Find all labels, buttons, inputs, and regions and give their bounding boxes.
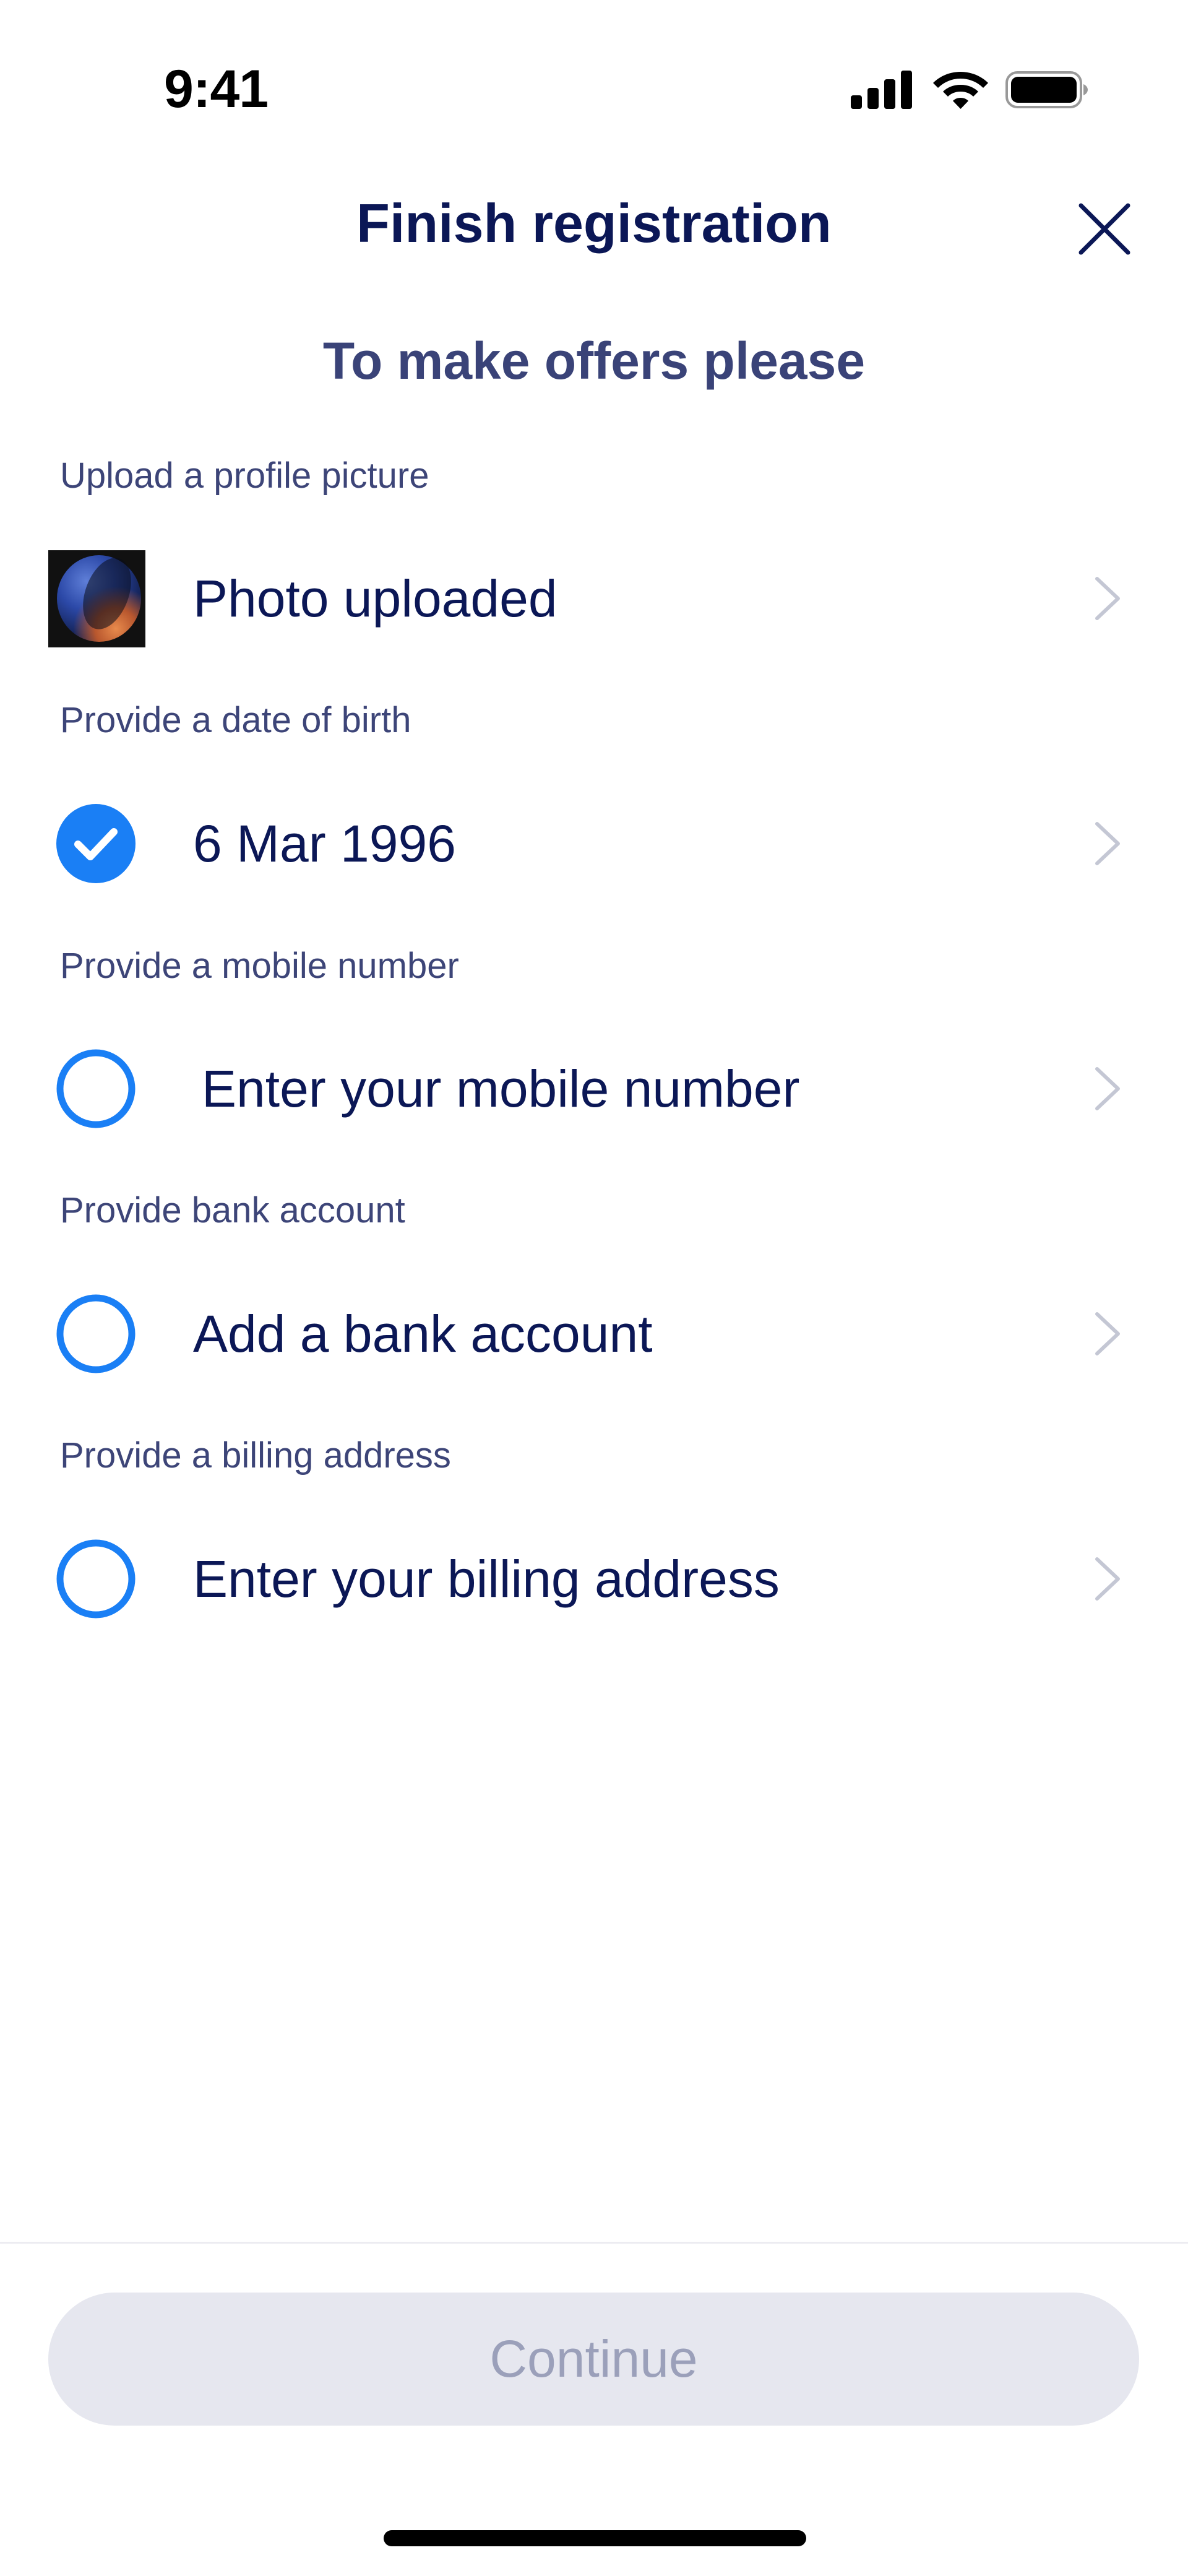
wifi-icon [933,72,988,109]
close-button[interactable] [1074,198,1135,260]
home-indicator [384,2530,806,2546]
row-profile-picture[interactable]: Photo uploaded [0,537,1188,660]
page-title: Finish registration [356,192,832,254]
row-bank-account[interactable]: Add a bank account [0,1272,1188,1396]
chevron-right-icon [1092,1065,1123,1112]
row-value-billing-address: Enter your billing address [193,1550,780,1608]
close-icon [1078,203,1130,255]
row-date-of-birth[interactable]: 6 Mar 1996 [0,782,1188,905]
empty-circle-icon [56,1539,136,1619]
subtitle: To make offers please [322,332,866,390]
continue-button[interactable]: Continue [48,2293,1139,2426]
section-label-billing-address: Provide a billing address [60,1435,451,1476]
signal-icon [851,71,912,109]
status-icons [851,67,1089,110]
check-circle-icon [56,803,136,884]
registration-screen: 9:41 Finish registration To make offers … [0,0,1188,2576]
section-label-bank-account: Provide bank account [60,1190,405,1230]
avatar [48,550,145,647]
status-time: 9:41 [164,59,269,119]
battery-icon [1005,71,1088,108]
chevron-right-icon [1092,820,1123,867]
row-mobile-number[interactable]: Enter your mobile number [0,1027,1188,1151]
section-label-mobile-number: Provide a mobile number [60,946,459,986]
section-label-date-of-birth: Provide a date of birth [60,700,411,740]
row-value-date-of-birth: 6 Mar 1996 [193,815,456,873]
row-value-profile-picture: Photo uploaded [193,569,557,628]
empty-circle-icon [56,1294,136,1374]
empty-circle-icon [56,1048,136,1129]
chevron-right-icon [1092,1310,1123,1357]
chevron-right-icon [1092,1555,1123,1602]
chevron-right-icon [1092,575,1123,622]
bottom-divider [0,2242,1188,2244]
row-value-mobile-number: Enter your mobile number [202,1060,800,1118]
section-label-profile-picture: Upload a profile picture [60,456,429,496]
row-value-bank-account: Add a bank account [193,1305,653,1363]
row-billing-address[interactable]: Enter your billing address [0,1517,1188,1641]
